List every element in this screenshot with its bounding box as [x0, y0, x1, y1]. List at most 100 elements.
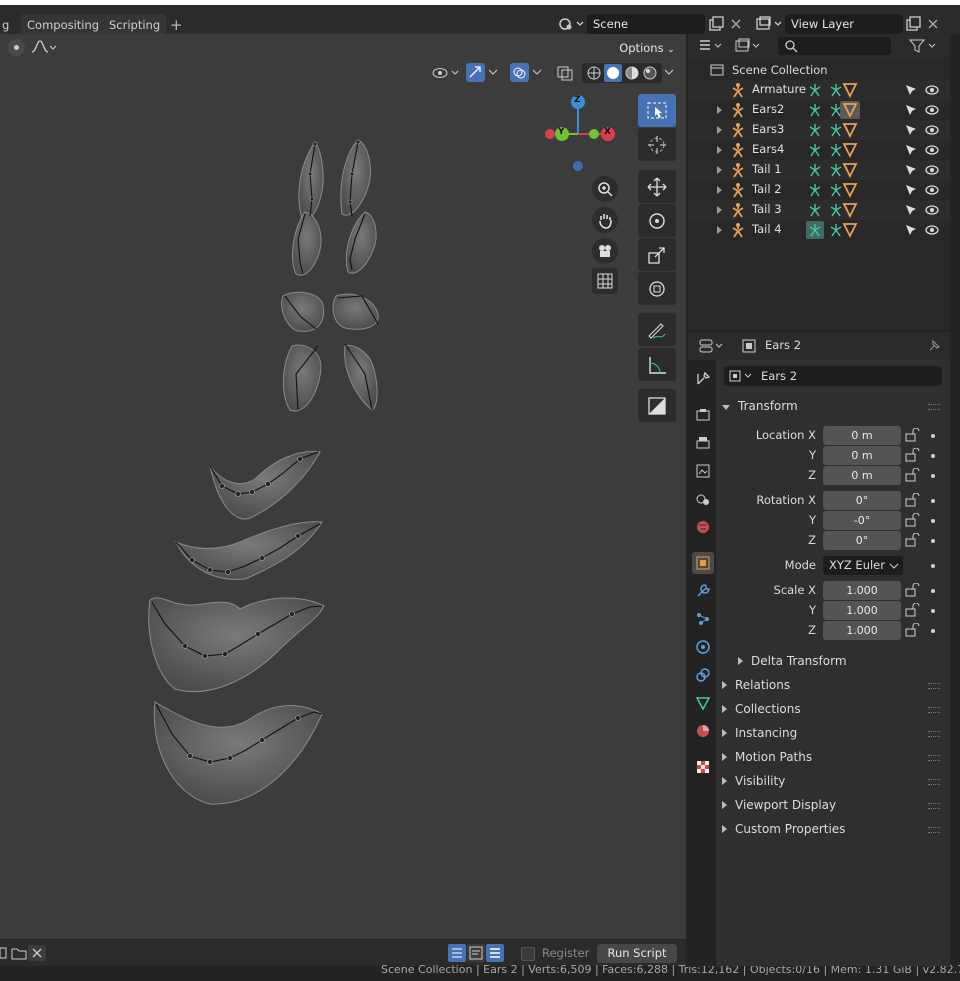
drag-handle-icon[interactable] — [928, 707, 940, 713]
scene-tab-icon[interactable] — [692, 488, 714, 510]
add-cube-tool[interactable] — [638, 389, 676, 422]
camera-view-icon[interactable] — [592, 238, 618, 264]
properties-editor-type-icon[interactable] — [698, 338, 726, 357]
object-tab-icon[interactable] — [692, 552, 714, 574]
lock-icon[interactable] — [904, 532, 920, 550]
lock-icon[interactable] — [904, 582, 920, 600]
scale-tool[interactable] — [638, 238, 676, 271]
lock-icon[interactable] — [904, 492, 920, 510]
pose-icon[interactable] — [806, 81, 824, 99]
grid-perspective-icon[interactable] — [592, 268, 618, 294]
pose-icon[interactable] — [806, 201, 824, 219]
location-z-field[interactable]: 0 m — [823, 466, 901, 485]
transform-tool[interactable] — [638, 272, 676, 305]
pin-icon[interactable] — [926, 338, 942, 357]
close-scene-icon[interactable] — [728, 15, 744, 36]
line-numbers-icon[interactable] — [448, 944, 466, 962]
editor-type-icon[interactable] — [698, 38, 726, 57]
drag-handle-icon[interactable] — [928, 731, 940, 737]
location-y-field[interactable]: 0 m — [823, 446, 901, 465]
navigation-gizmo[interactable]: Z Y X — [540, 92, 620, 178]
tool-tab-icon[interactable] — [692, 368, 714, 390]
drag-handle-icon[interactable] — [928, 404, 940, 410]
armature-data-icon[interactable] — [840, 221, 860, 239]
register-checkbox[interactable] — [521, 947, 535, 961]
scene-selector-icon[interactable] — [556, 15, 586, 33]
outliner-row[interactable]: Armature — [688, 80, 950, 100]
outliner-row[interactable]: Tail 3 — [688, 200, 950, 220]
chevron-down-icon[interactable] — [532, 66, 542, 81]
syntax-highlight-icon[interactable] — [486, 944, 504, 962]
delta-transform-header[interactable]: Delta Transform — [738, 650, 960, 672]
keyframe-dot[interactable] — [931, 539, 935, 543]
keyframe-dot[interactable] — [931, 589, 935, 593]
pose-icon[interactable] — [806, 181, 824, 199]
pan-hand-icon[interactable] — [592, 207, 618, 233]
object-name-field[interactable]: Ears 2 — [724, 366, 942, 386]
close-text-icon[interactable] — [28, 945, 46, 961]
lock-icon[interactable] — [904, 622, 920, 640]
new-scene-icon[interactable] — [707, 15, 725, 36]
rotation-y-field[interactable]: -0° — [823, 511, 901, 530]
armature-data-icon[interactable] — [840, 141, 860, 159]
expand-arrow-icon[interactable] — [716, 126, 724, 134]
data-tab-icon[interactable] — [692, 692, 714, 714]
expand-arrow-icon[interactable] — [716, 186, 724, 194]
solid-shading-icon[interactable] — [604, 64, 622, 82]
lock-icon[interactable] — [904, 467, 920, 485]
cursor-tool[interactable] — [638, 128, 676, 161]
lock-icon[interactable] — [904, 427, 920, 445]
outliner-scene-collection[interactable]: Scene Collection — [688, 60, 950, 80]
panel-header-visibility[interactable]: Visibility — [722, 770, 948, 792]
output-tab-icon[interactable] — [692, 432, 714, 454]
transform-panel-header[interactable]: Transform — [722, 395, 948, 417]
expand-arrow-icon[interactable] — [716, 226, 724, 234]
outliner-row[interactable]: Ears3 — [688, 120, 950, 140]
render-tab-icon[interactable] — [692, 404, 714, 426]
panel-header-custom-properties[interactable]: Custom Properties — [722, 818, 948, 840]
measure-tool[interactable] — [638, 348, 676, 381]
rotation-x-field[interactable]: 0° — [823, 491, 901, 510]
tab-compositing[interactable]: Compositing — [21, 14, 106, 36]
xray-toggle-icon[interactable] — [556, 64, 574, 85]
panel-header-motion-paths[interactable]: Motion Paths — [722, 746, 948, 768]
eye-icon[interactable] — [924, 143, 940, 157]
location-x-field[interactable]: 0 m — [823, 426, 901, 445]
drag-handle-icon[interactable] — [928, 683, 940, 689]
pose-icon[interactable] — [806, 161, 824, 179]
keyframe-dot[interactable] — [931, 629, 935, 633]
eye-icon[interactable] — [924, 223, 940, 237]
expand-arrow-icon[interactable] — [716, 206, 724, 214]
panel-header-instancing[interactable]: Instancing — [722, 722, 948, 744]
select-arrow-icon[interactable] — [904, 143, 918, 157]
add-workspace-button[interactable]: + — [164, 14, 189, 36]
rendered-shading-icon[interactable] — [642, 65, 658, 84]
tab-scripting[interactable]: Scripting — [103, 14, 167, 36]
drag-handle-icon[interactable] — [928, 803, 940, 809]
panel-header-relations[interactable]: Relations — [722, 674, 948, 696]
chevron-down-icon[interactable] — [664, 66, 674, 81]
lock-icon[interactable] — [904, 512, 920, 530]
select-arrow-icon[interactable] — [904, 183, 918, 197]
outliner-search-input[interactable] — [778, 37, 891, 55]
keyframe-dot[interactable] — [931, 564, 935, 568]
select-arrow-icon[interactable] — [904, 223, 918, 237]
zoom-icon[interactable] — [592, 176, 618, 202]
options-dropdown[interactable]: Options ⌄ — [616, 38, 678, 58]
constraints-tab-icon[interactable] — [692, 664, 714, 686]
select-arrow-icon[interactable] — [904, 103, 918, 117]
eye-icon[interactable] — [924, 183, 940, 197]
eye-icon[interactable] — [924, 123, 940, 137]
pose-icon[interactable] — [806, 221, 824, 239]
modifier-tab-icon[interactable] — [692, 580, 714, 602]
scene-name-field[interactable]: Scene — [587, 14, 705, 34]
close-view-layer-icon[interactable] — [925, 15, 941, 36]
run-script-button[interactable]: Run Script — [597, 944, 677, 963]
select-arrow-icon[interactable] — [904, 83, 918, 97]
eye-icon[interactable] — [924, 83, 940, 97]
display-mode-icon[interactable] — [734, 38, 764, 57]
armature-data-icon[interactable] — [840, 181, 860, 199]
scale-x-field[interactable]: 1.000 — [823, 581, 901, 600]
view-layer-tab-icon[interactable] — [692, 460, 714, 482]
rotation-mode-select[interactable]: XYZ Euler — [823, 556, 903, 575]
